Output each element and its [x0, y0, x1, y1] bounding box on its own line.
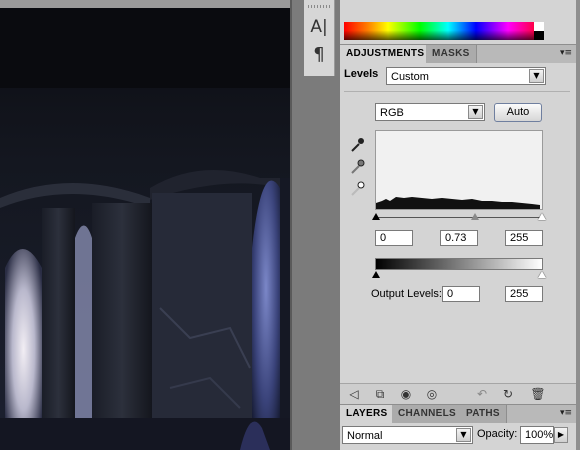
- channel-value: RGB: [380, 107, 404, 119]
- output-black-slider[interactable]: [372, 271, 380, 278]
- tab-masks[interactable]: MASKS: [426, 45, 477, 63]
- layers-options: Normal ▼ Opacity: 100% ▶: [340, 423, 576, 450]
- layers-tab-bar: LAYERS CHANNELS PATHS ▾≡: [340, 404, 576, 424]
- adjustments-tab-bar: ADJUSTMENTS MASKS ▾≡: [340, 44, 576, 64]
- blend-mode-value: Normal: [347, 430, 383, 442]
- gray-point-eyedropper-icon[interactable]: [348, 158, 368, 176]
- blend-mode-select[interactable]: Normal ▼: [342, 426, 473, 444]
- output-black-field[interactable]: 0: [442, 286, 480, 302]
- black-white-swatch[interactable]: [534, 22, 544, 40]
- panel-edge: [576, 0, 580, 450]
- input-black-field[interactable]: 0: [375, 230, 413, 246]
- visibility-eye-icon[interactable]: ◉: [398, 386, 414, 402]
- opacity-label: Opacity:: [477, 428, 518, 440]
- input-white-field[interactable]: 255: [505, 230, 543, 246]
- adjustments-footer: ◁ ⧉ ◉ ◎ ↶ ↻ 🗑: [340, 383, 576, 404]
- trash-icon[interactable]: 🗑: [530, 386, 546, 402]
- tab-layers[interactable]: LAYERS: [340, 405, 395, 423]
- input-white-slider[interactable]: [538, 213, 546, 220]
- chevron-down-icon: ▼: [456, 428, 471, 442]
- white-point-eyedropper-icon[interactable]: [348, 180, 368, 198]
- output-levels-label: Output Levels:: [371, 288, 442, 300]
- input-gamma-field[interactable]: 0.73: [440, 230, 478, 246]
- character-panel-icon[interactable]: A|: [304, 16, 334, 38]
- opacity-slider-arrow-icon[interactable]: ▶: [554, 427, 568, 443]
- channel-select[interactable]: RGB ▼: [375, 103, 485, 121]
- preset-value: Custom: [391, 71, 429, 83]
- chevron-down-icon: ▼: [468, 105, 483, 119]
- reset-icon[interactable]: ↶: [474, 386, 490, 402]
- tab-adjustments[interactable]: ADJUSTMENTS: [340, 45, 432, 63]
- output-white-field[interactable]: 255: [505, 286, 543, 302]
- clip-layer-icon[interactable]: ⧉: [372, 386, 388, 402]
- panel-menu-icon[interactable]: ▾≡: [560, 48, 572, 58]
- refresh-icon[interactable]: ↻: [500, 386, 516, 402]
- preset-select[interactable]: Custom ▼: [386, 67, 546, 85]
- levels-label: Levels: [344, 68, 379, 80]
- paragraph-panel-icon[interactable]: ¶: [304, 44, 334, 66]
- color-spectrum[interactable]: [344, 22, 544, 40]
- collapsed-panel-dock: A| ¶: [292, 0, 340, 450]
- input-slider-track: [375, 217, 543, 218]
- back-arrow-icon[interactable]: ◁: [346, 386, 362, 402]
- opacity-field[interactable]: 100%: [520, 426, 554, 444]
- panels-column: ADJUSTMENTS MASKS ▾≡ Levels Custom ▼ RGB…: [340, 0, 576, 450]
- black-point-eyedropper-icon[interactable]: [348, 136, 368, 154]
- auto-button[interactable]: Auto: [494, 103, 542, 122]
- dock-grip[interactable]: [308, 5, 330, 8]
- tab-paths[interactable]: PATHS: [460, 405, 507, 423]
- color-panel: [340, 0, 576, 44]
- input-black-slider[interactable]: [372, 213, 380, 220]
- levels-histogram: [375, 130, 543, 210]
- document-image[interactable]: [0, 8, 290, 450]
- divider: [344, 91, 570, 92]
- canvas-top-edge: [0, 0, 292, 8]
- tab-channels[interactable]: CHANNELS: [392, 405, 463, 423]
- chevron-down-icon: ▼: [529, 69, 544, 83]
- document-canvas[interactable]: [0, 0, 292, 450]
- input-gamma-slider[interactable]: [471, 213, 479, 220]
- view-previous-eye-icon[interactable]: ◎: [424, 386, 440, 402]
- output-gradient-bar: [375, 258, 543, 270]
- panel-menu-icon[interactable]: ▾≡: [560, 408, 572, 418]
- output-white-slider[interactable]: [538, 271, 546, 278]
